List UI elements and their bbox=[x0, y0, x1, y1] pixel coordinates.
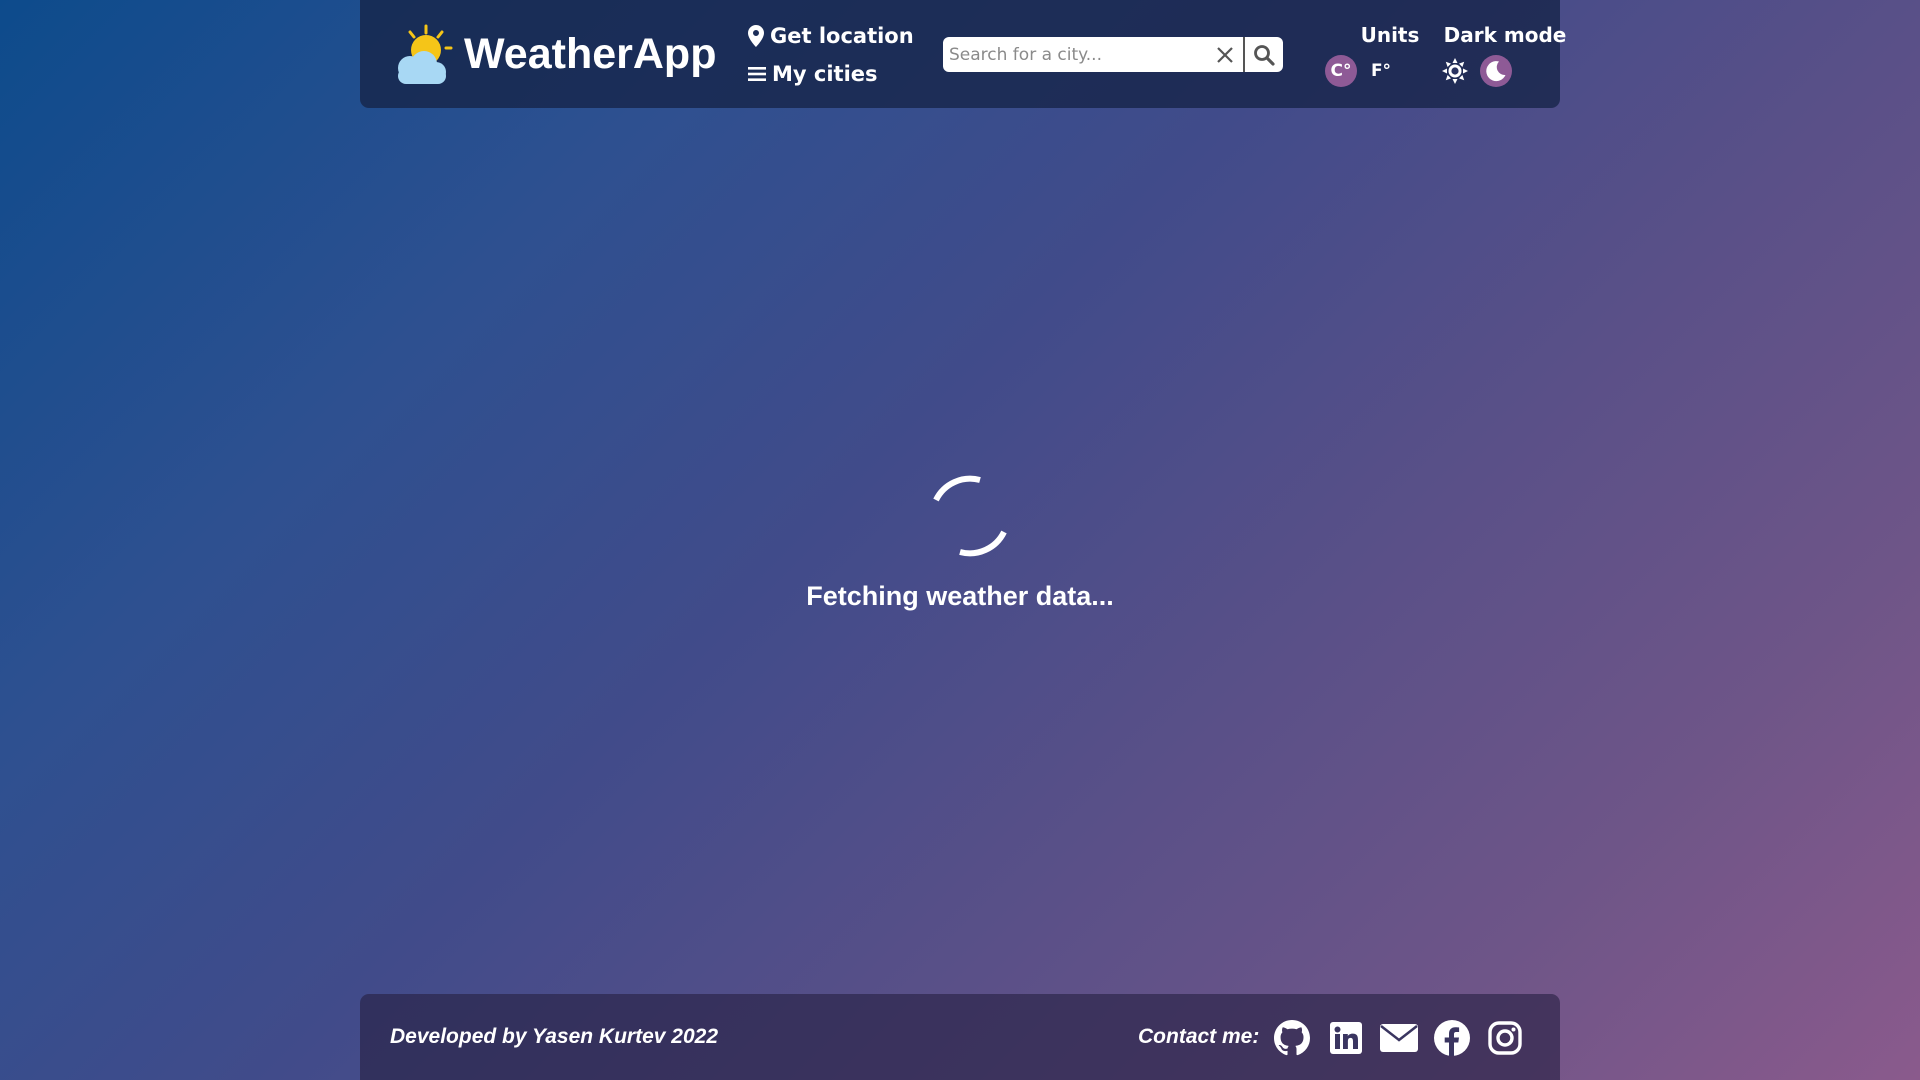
clear-search-button[interactable] bbox=[1209, 37, 1241, 72]
city-search-input[interactable] bbox=[943, 37, 1203, 72]
email-link[interactable] bbox=[1378, 1020, 1420, 1056]
dark-mode-label: Dark mode bbox=[1443, 23, 1567, 47]
close-icon bbox=[1217, 46, 1233, 63]
fahrenheit-toggle[interactable]: F° bbox=[1365, 55, 1397, 87]
weather-logo-icon bbox=[388, 22, 454, 88]
github-icon bbox=[1274, 1020, 1310, 1056]
linkedin-icon bbox=[1330, 1022, 1362, 1054]
email-icon bbox=[1380, 1024, 1418, 1052]
celsius-toggle[interactable]: C° bbox=[1325, 55, 1357, 87]
app-footer: Developed by Yasen Kurtev 2022 Contact m… bbox=[360, 994, 1560, 1080]
location-pin-icon bbox=[748, 25, 764, 47]
menu-icon bbox=[748, 67, 766, 81]
sun-icon bbox=[1442, 58, 1468, 84]
my-cities-link[interactable]: My cities bbox=[748, 60, 878, 88]
github-link[interactable] bbox=[1274, 1020, 1310, 1056]
linkedin-link[interactable] bbox=[1328, 1020, 1364, 1056]
light-mode-toggle[interactable] bbox=[1439, 55, 1471, 87]
get-location-link[interactable]: Get location bbox=[748, 22, 914, 50]
instagram-link[interactable] bbox=[1487, 1020, 1523, 1056]
facebook-link[interactable] bbox=[1434, 1020, 1470, 1056]
city-search-box bbox=[943, 37, 1283, 72]
search-button[interactable] bbox=[1245, 37, 1283, 72]
contact-label: Contact me: bbox=[1138, 1025, 1260, 1048]
moon-icon bbox=[1486, 61, 1506, 82]
my-cities-label: My cities bbox=[772, 62, 878, 86]
app-header: WeatherApp Get location My cities Search… bbox=[360, 0, 1566, 108]
facebook-icon bbox=[1434, 1020, 1470, 1056]
app-title: WeatherApp bbox=[464, 30, 717, 78]
dark-mode-toggle[interactable] bbox=[1480, 55, 1512, 87]
footer-credit: Developed by Yasen Kurtev 2022 bbox=[390, 1025, 718, 1048]
search-icon bbox=[1254, 44, 1275, 66]
instagram-icon bbox=[1488, 1021, 1522, 1055]
loading-spinner bbox=[928, 474, 1012, 558]
get-location-label: Get location bbox=[770, 24, 914, 48]
loading-text: Fetching weather data... bbox=[806, 581, 1114, 611]
